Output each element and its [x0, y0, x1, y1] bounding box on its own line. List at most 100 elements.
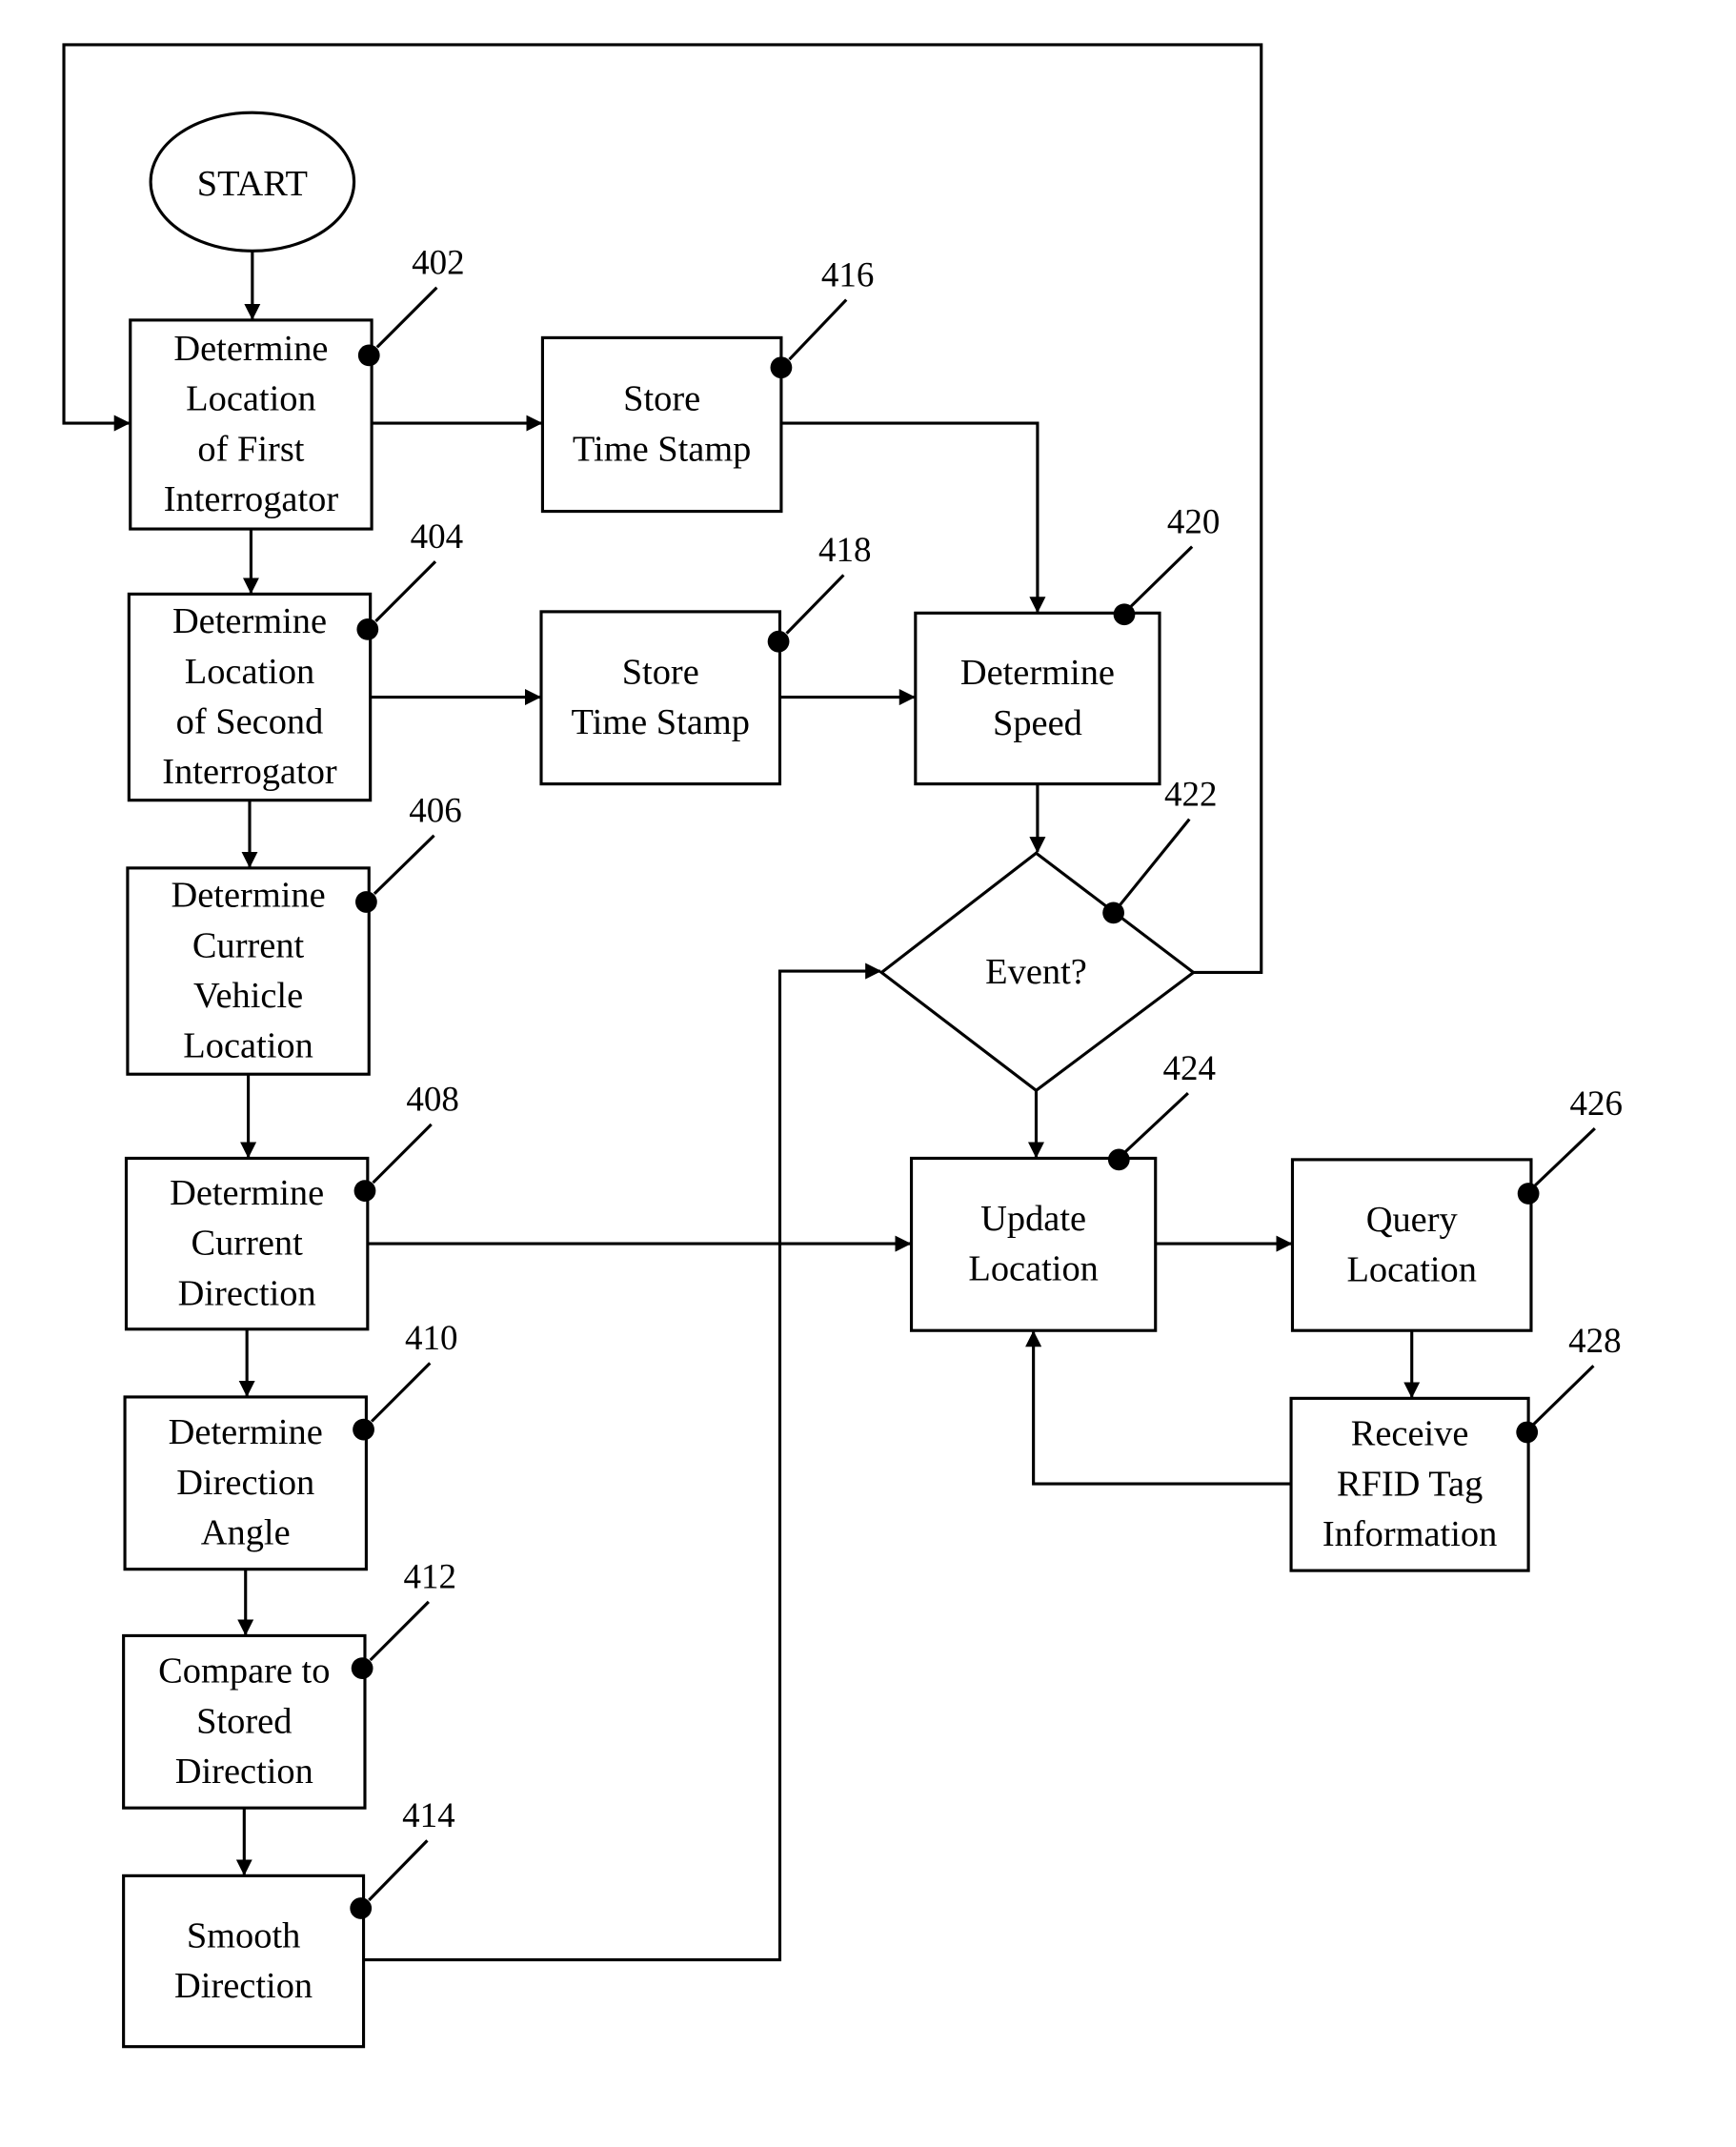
- reference-number: 410: [405, 1319, 458, 1358]
- node-text-line: Direction: [176, 1463, 314, 1503]
- reference-number: 406: [409, 791, 461, 830]
- reference-dot: [357, 344, 380, 367]
- reference-number: 408: [406, 1081, 459, 1120]
- node-text-line: Store: [623, 379, 700, 419]
- box-outline: [539, 610, 782, 786]
- node-text-line: Location: [186, 379, 316, 419]
- node-text-line: Current: [192, 925, 305, 965]
- process-box-402: Determine Location of First Interrogator 402: [129, 243, 465, 531]
- node-text-line: Location: [183, 1026, 313, 1066]
- process-box-408: Determine Current Direction 408: [124, 1081, 459, 1331]
- start-label: START: [197, 164, 308, 204]
- node-text-line: Current: [191, 1224, 303, 1264]
- reference-number: 414: [402, 1796, 455, 1835]
- reference-dot: [1102, 901, 1124, 924]
- reference-number: 418: [818, 531, 872, 570]
- node-text-line: Speed: [993, 703, 1082, 743]
- node-text-line: Vehicle: [193, 976, 303, 1016]
- reference-number: 412: [404, 1558, 457, 1597]
- node-text-line: Angle: [201, 1513, 291, 1553]
- leader-line: [372, 1123, 433, 1185]
- leader-line: [788, 298, 848, 361]
- reference-number: 402: [412, 243, 465, 282]
- reference-number: 422: [1164, 775, 1218, 814]
- arrow-428-to-424: [1025, 1330, 1292, 1486]
- reference-dot: [350, 1897, 373, 1919]
- leader-line: [1532, 1365, 1595, 1426]
- node-text-line: Time Stamp: [572, 702, 750, 742]
- node-text-line: Update: [980, 1199, 1086, 1239]
- reference-dot: [353, 1180, 376, 1202]
- shapes: START Determine Location of First Interrogat…: [122, 111, 1624, 2049]
- node-text-line: Time Stamp: [573, 429, 751, 469]
- reference-number: 416: [821, 255, 875, 294]
- node-text-line: Stored: [196, 1701, 292, 1741]
- reference-number: 426: [1570, 1084, 1624, 1124]
- process-box-420: Determine Speed 420: [914, 502, 1221, 786]
- reference-dot: [767, 630, 790, 653]
- node-text-line: Direction: [178, 1273, 316, 1313]
- leader-line: [369, 1600, 430, 1662]
- leader-line: [1119, 818, 1191, 906]
- node-text-line: Determine: [170, 1173, 324, 1213]
- node-text-line: Query: [1366, 1200, 1459, 1240]
- reference-dot: [351, 1657, 373, 1679]
- box-outline: [1290, 1158, 1533, 1332]
- reference-number: 404: [411, 517, 464, 557]
- leader-line: [1534, 1127, 1596, 1187]
- reference-dot: [355, 891, 377, 913]
- node-text-line: Location: [185, 652, 315, 692]
- node-text-line: RFID Tag: [1337, 1464, 1483, 1504]
- node-text-line: Direction: [175, 1752, 313, 1792]
- node-text-line: Determine: [169, 1412, 323, 1452]
- node-text-line: Location: [1346, 1249, 1477, 1289]
- reference-dot: [1113, 603, 1136, 626]
- leader-line: [370, 1362, 432, 1423]
- node-text-line: of First: [197, 429, 304, 469]
- reference-dot: [770, 356, 793, 379]
- process-box-428: Receive RFID Tag Information 428: [1289, 1322, 1622, 1572]
- process-box-404: Determine Location of Second Interrogator 40…: [127, 517, 464, 802]
- node-text-line: Interrogator: [162, 752, 337, 792]
- leader-line: [785, 574, 845, 635]
- box-outline: [909, 1156, 1158, 1332]
- node-text-line: Receive: [1351, 1414, 1469, 1454]
- reference-dot: [356, 618, 379, 640]
- box-outline: [914, 611, 1161, 786]
- process-box-424: Update Location 424: [909, 1049, 1217, 1332]
- leader-line: [375, 286, 438, 349]
- process-box-414: Smooth Direction 414: [122, 1796, 455, 2049]
- process-box-416: Store Time Stamp 416: [540, 255, 875, 514]
- node-text-line: Store: [622, 653, 699, 693]
- node-text-line: Determine: [172, 876, 326, 916]
- node-text-line: Interrogator: [164, 479, 339, 519]
- node-text-line: Location: [968, 1249, 1099, 1289]
- node-text-line: Event?: [985, 952, 1087, 992]
- node-text-line: Information: [1322, 1514, 1497, 1554]
- box-outline: [122, 1874, 366, 2049]
- process-box-412: Compare to Stored Direction 412: [122, 1558, 457, 1810]
- node-text-line: Determine: [173, 329, 328, 369]
- reference-dot: [353, 1418, 374, 1441]
- process-box-406: Determine Current Vehicle Location 406: [126, 791, 462, 1076]
- flowchart: START Determine Location of First Interrogat…: [62, 43, 1624, 2049]
- leader-line: [374, 560, 437, 622]
- reference-number: 424: [1163, 1049, 1217, 1088]
- leader-line: [1130, 545, 1194, 608]
- reference-dot: [1516, 1421, 1539, 1444]
- process-box-418: Store Time Stamp 418: [539, 531, 872, 786]
- leader-line: [1124, 1091, 1189, 1153]
- process-box-426: Query Location 426: [1290, 1084, 1624, 1332]
- arrow-416-to-420: [780, 421, 1046, 614]
- node-text-line: Determine: [172, 601, 327, 641]
- reference-number: 428: [1568, 1322, 1622, 1361]
- node-text-line: Smooth: [187, 1915, 301, 1955]
- reference-number: 420: [1167, 502, 1221, 541]
- node-text-line: Compare to: [158, 1651, 330, 1691]
- process-box-422: Event? 422: [878, 775, 1218, 1093]
- reference-dot: [1517, 1183, 1540, 1205]
- node-text-line: of Second: [176, 701, 324, 741]
- leader-line: [368, 1839, 429, 1902]
- box-outline: [540, 335, 783, 514]
- node-text-line: Determine: [960, 653, 1115, 693]
